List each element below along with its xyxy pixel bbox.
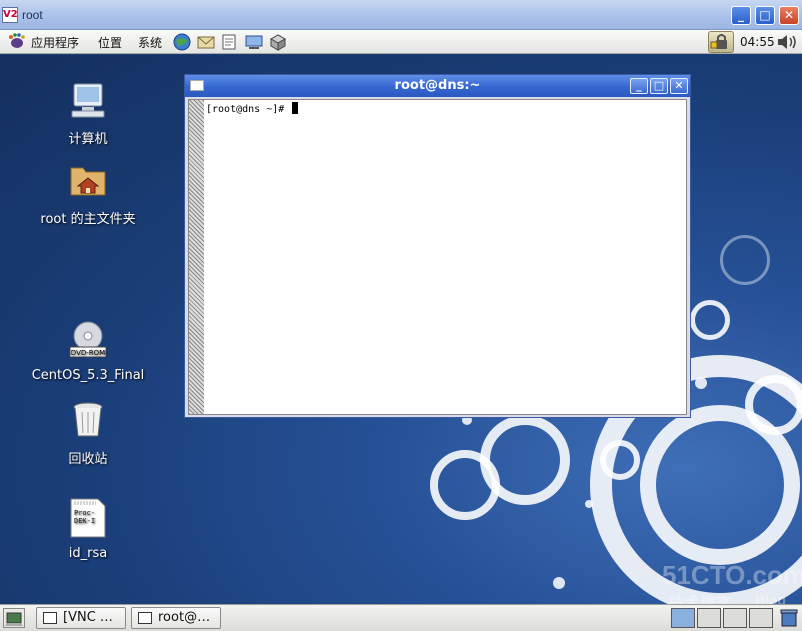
web-browser-launcher-icon[interactable] xyxy=(172,32,192,52)
wallpaper-swirl xyxy=(720,235,770,285)
watermark-blog: Blog xyxy=(755,592,787,604)
computer-icon xyxy=(71,83,105,118)
workspace-4[interactable] xyxy=(749,608,773,628)
vnc-close-button[interactable]: ✕ xyxy=(779,6,799,25)
wallpaper-dot xyxy=(695,377,707,389)
volume-icon[interactable] xyxy=(776,33,798,51)
desktop-icon-label: root 的主文件夹 xyxy=(40,212,136,227)
wallpaper-swirl xyxy=(690,300,730,340)
wallpaper-dot xyxy=(553,577,565,589)
taskbar-item-label: [VNC … xyxy=(63,610,113,625)
taskbar-item-terminal[interactable]: root@… xyxy=(131,607,221,629)
menu-system[interactable]: 系统 xyxy=(138,34,162,51)
desktop-icon-home-folder[interactable]: root 的主文件夹 xyxy=(28,160,148,227)
vnc-titlebar: V2 root _ □ ✕ xyxy=(0,0,802,30)
dvd-icon: DVD-ROM xyxy=(69,321,107,358)
vnc-app-icon[interactable]: V2 xyxy=(2,7,18,23)
package-launcher-icon[interactable] xyxy=(268,32,288,52)
show-desktop-button[interactable] xyxy=(3,608,25,628)
desktop-icon-id-rsa[interactable]: Proc- DEK-I id_rsa xyxy=(28,498,148,561)
terminal-prompt: [root@dns ~]# xyxy=(206,104,291,115)
terminal-maximize-button[interactable]: □ xyxy=(650,78,668,94)
presentation-launcher-icon[interactable] xyxy=(244,32,264,52)
wallpaper-swirl xyxy=(430,450,500,520)
home-folder-icon xyxy=(70,167,106,196)
watermark-site: 51CTO.com xyxy=(662,560,802,590)
desktop-icon-label: CentOS_5.3_Final xyxy=(31,368,145,383)
terminal-cursor xyxy=(292,102,299,114)
wallpaper-swirl xyxy=(745,375,802,435)
notes-launcher-icon[interactable] xyxy=(220,32,240,52)
text-file-icon: Proc- DEK-I xyxy=(70,498,106,538)
panel-clock[interactable]: 04:55 xyxy=(740,35,775,49)
menu-applications[interactable]: 应用程序 xyxy=(31,34,79,51)
desktop-icon-trash[interactable]: 回收站 xyxy=(28,400,148,467)
file-preview-line: Proc- xyxy=(74,509,95,517)
workspace-1[interactable] xyxy=(671,608,695,628)
dvd-badge: DVD-ROM xyxy=(71,349,105,357)
terminal-titlebar[interactable]: root@dns:~ _ □ ✕ xyxy=(185,75,690,97)
vnc-maximize-button[interactable]: □ xyxy=(755,6,775,25)
window-icon xyxy=(43,612,57,624)
taskbar-item-vnc[interactable]: [VNC … xyxy=(36,607,126,629)
terminal-body[interactable]: [root@dns ~]# xyxy=(188,99,687,415)
workspace-2[interactable] xyxy=(697,608,721,628)
gnome-bottom-panel: [VNC … root@… xyxy=(0,604,802,631)
mail-launcher-icon[interactable] xyxy=(196,32,216,52)
terminal-title: root@dns:~ xyxy=(394,78,481,93)
terminal-output[interactable]: [root@dns ~]# xyxy=(206,102,299,115)
trash-icon xyxy=(73,402,103,437)
terminal-scrollbar[interactable] xyxy=(189,100,204,414)
vnc-window-title: root xyxy=(22,8,43,22)
menu-places[interactable]: 位置 xyxy=(98,34,122,51)
desktop-icon-label: id_rsa xyxy=(68,546,108,561)
gnome-foot-icon[interactable] xyxy=(7,33,25,49)
file-preview-line: DEK-I xyxy=(74,517,95,525)
terminal-minimize-button[interactable]: _ xyxy=(630,78,648,94)
terminal-window[interactable]: root@dns:~ _ □ ✕ [root@dns ~]# xyxy=(184,74,691,418)
workspace-3[interactable] xyxy=(723,608,747,628)
vnc-minimize-button[interactable]: _ xyxy=(731,6,751,25)
desktop-icon-computer[interactable]: 计算机 xyxy=(28,80,148,147)
wallpaper-dot xyxy=(585,500,593,508)
window-icon xyxy=(138,612,152,624)
taskbar-item-label: root@… xyxy=(158,610,211,625)
watermark-tagline: 技术博客 xyxy=(668,590,732,604)
trash-applet-icon[interactable] xyxy=(778,608,800,628)
desktop-icon-label: 回收站 xyxy=(68,452,108,467)
show-desktop-icon xyxy=(5,612,23,626)
desktop-icon-dvd[interactable]: DVD-ROM CentOS_5.3_Final xyxy=(28,320,148,383)
lock-icon[interactable] xyxy=(708,31,734,53)
wallpaper-swirl xyxy=(600,440,640,480)
desktop-icon-label: 计算机 xyxy=(68,132,108,147)
gnome-top-panel: 应用程序 位置 系统 04:55 xyxy=(0,30,802,54)
terminal-close-button[interactable]: ✕ xyxy=(670,78,688,94)
